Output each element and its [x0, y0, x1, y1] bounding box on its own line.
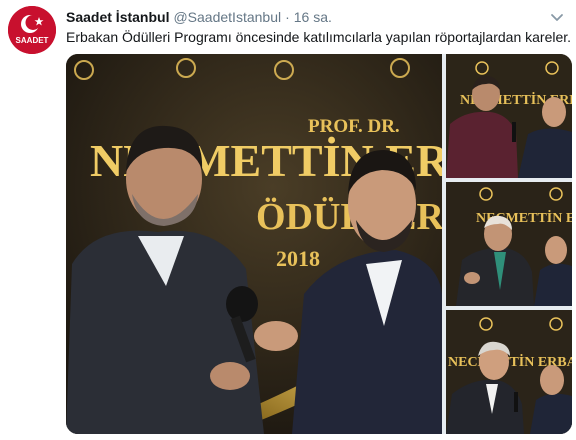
backdrop-line1: PROF. DR. — [308, 116, 400, 137]
chevron-down-icon[interactable] — [550, 10, 564, 24]
photo-thumb-2[interactable]: NECMETTİN ERBAKAN — [446, 182, 572, 306]
display-name[interactable]: Saadet İstanbul — [66, 9, 169, 25]
tweet-text: Erbakan Ödülleri Programı öncesinde katı… — [66, 29, 572, 45]
separator-dot: · — [285, 9, 290, 25]
media-grid: PROF. DR. NECMETTİN ERBAKAN ÖDÜLLERİ 201… — [66, 54, 572, 434]
photo-thumb-3[interactable]: NECMETTİN ERBAKAN — [446, 310, 572, 434]
avatar-wordmark: SAADET — [16, 36, 49, 45]
crescent-star-icon: SAADET — [8, 6, 56, 54]
avatar[interactable]: SAADET — [8, 6, 56, 54]
user-handle[interactable]: @SaadetIstanbul — [173, 9, 281, 25]
tweet-header: Saadet İstanbul @SaadetIstanbul · 16 sa. — [66, 8, 564, 26]
timestamp[interactable]: 16 sa. — [294, 9, 332, 25]
photo-thumb-1[interactable]: NECMETTİN ERBAKAN — [446, 54, 572, 178]
photo-main[interactable]: PROF. DR. NECMETTİN ERBAKAN ÖDÜLLERİ 201… — [66, 54, 442, 434]
backdrop-year: 2018 — [276, 246, 320, 271]
